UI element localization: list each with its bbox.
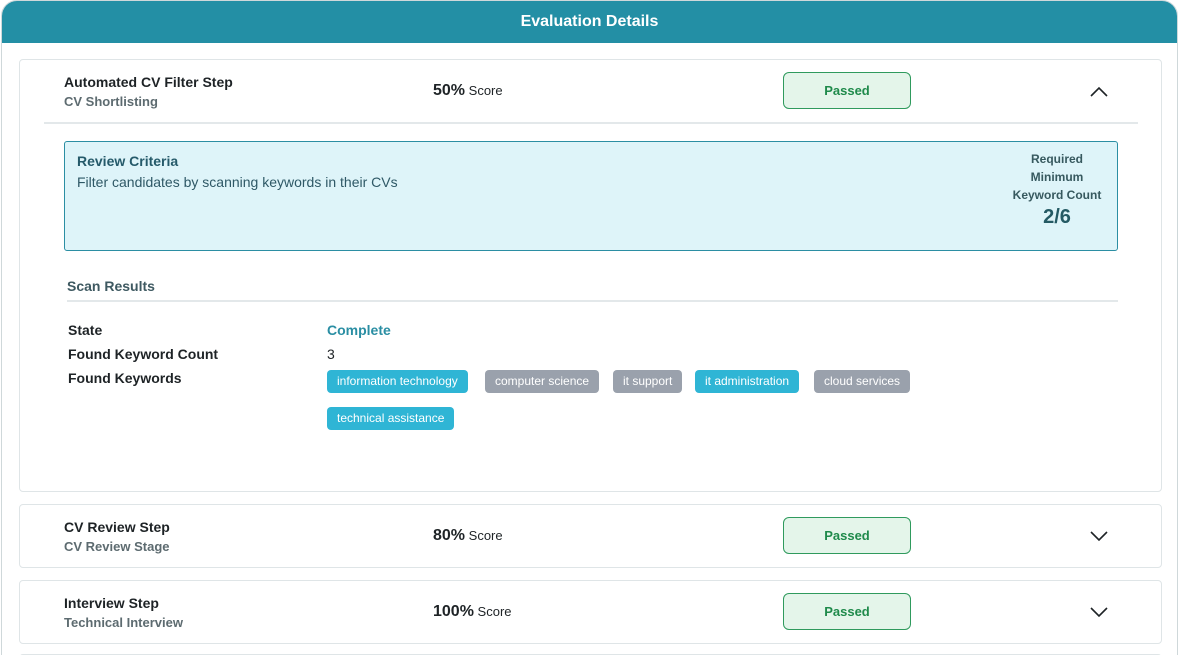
- step-score: 50% Score: [433, 82, 503, 100]
- criteria-title: Review Criteria: [77, 153, 179, 169]
- criteria-description: Filter candidates by scanning keywords i…: [77, 174, 398, 190]
- keyword-chip: information technology: [327, 370, 468, 393]
- step-title: Interview Step: [64, 595, 159, 611]
- step-divider: [44, 122, 1138, 124]
- step-card-cv-review[interactable]: CV Review Step CV Review Stage 80% Score…: [19, 504, 1162, 568]
- score-label: Score: [468, 528, 503, 543]
- step-title: Automated CV Filter Step: [64, 74, 233, 90]
- step-title: CV Review Step: [64, 519, 170, 535]
- panel-title: Evaluation Details: [520, 13, 659, 30]
- required-label-line: Required: [1030, 152, 1083, 166]
- keyword-chip: it support: [613, 370, 683, 393]
- score-label: Score: [468, 83, 503, 98]
- status-badge[interactable]: Passed: [783, 593, 911, 630]
- required-label-line: Minimum: [1030, 170, 1084, 184]
- step-card-cv-filter: Automated CV Filter Step CV Shortlisting…: [19, 59, 1162, 492]
- evaluation-panel: Evaluation Details Automated CV Filter S…: [1, 0, 1178, 655]
- panel-header: Evaluation Details: [2, 1, 1177, 43]
- chevron-down-icon[interactable]: [1088, 528, 1110, 544]
- status-badge[interactable]: Passed: [783, 517, 911, 554]
- step-card-interview[interactable]: Interview Step Technical Interview 100% …: [19, 580, 1162, 644]
- scan-results-title: Scan Results: [67, 278, 155, 294]
- found-keywords-label: Found Keywords: [68, 370, 182, 386]
- step-subtitle: CV Shortlisting: [64, 94, 158, 109]
- step-subtitle: Technical Interview: [64, 615, 183, 630]
- score-label: Score: [477, 604, 512, 619]
- status-badge[interactable]: Passed: [783, 72, 911, 109]
- step-score: 100% Score: [433, 603, 512, 621]
- review-criteria-box: Review Criteria Filter candidates by sca…: [64, 141, 1118, 251]
- keyword-count-label: Found Keyword Count: [68, 346, 219, 362]
- scan-divider: [67, 300, 1118, 302]
- required-keyword-label: Required Minimum Keyword Count: [1005, 150, 1109, 204]
- required-keyword-value: 2/6: [1043, 206, 1071, 228]
- state-label: State: [68, 322, 103, 338]
- keyword-chip: computer science: [485, 370, 600, 393]
- keyword-chip: technical assistance: [327, 407, 455, 430]
- score-value: 80%: [433, 527, 466, 544]
- keyword-chip: it administration: [695, 370, 800, 393]
- step-score: 80% Score: [433, 527, 503, 545]
- score-value: 100%: [433, 603, 474, 620]
- chevron-down-icon[interactable]: [1088, 604, 1110, 620]
- chevron-up-icon[interactable]: [1088, 84, 1110, 100]
- step-subtitle: CV Review Stage: [64, 539, 170, 554]
- keyword-count-value: 3: [327, 346, 335, 362]
- keyword-chip: cloud services: [814, 370, 911, 393]
- required-label-line: Keyword Count: [1012, 188, 1102, 202]
- score-value: 50%: [433, 82, 466, 99]
- state-value: Complete: [327, 322, 391, 338]
